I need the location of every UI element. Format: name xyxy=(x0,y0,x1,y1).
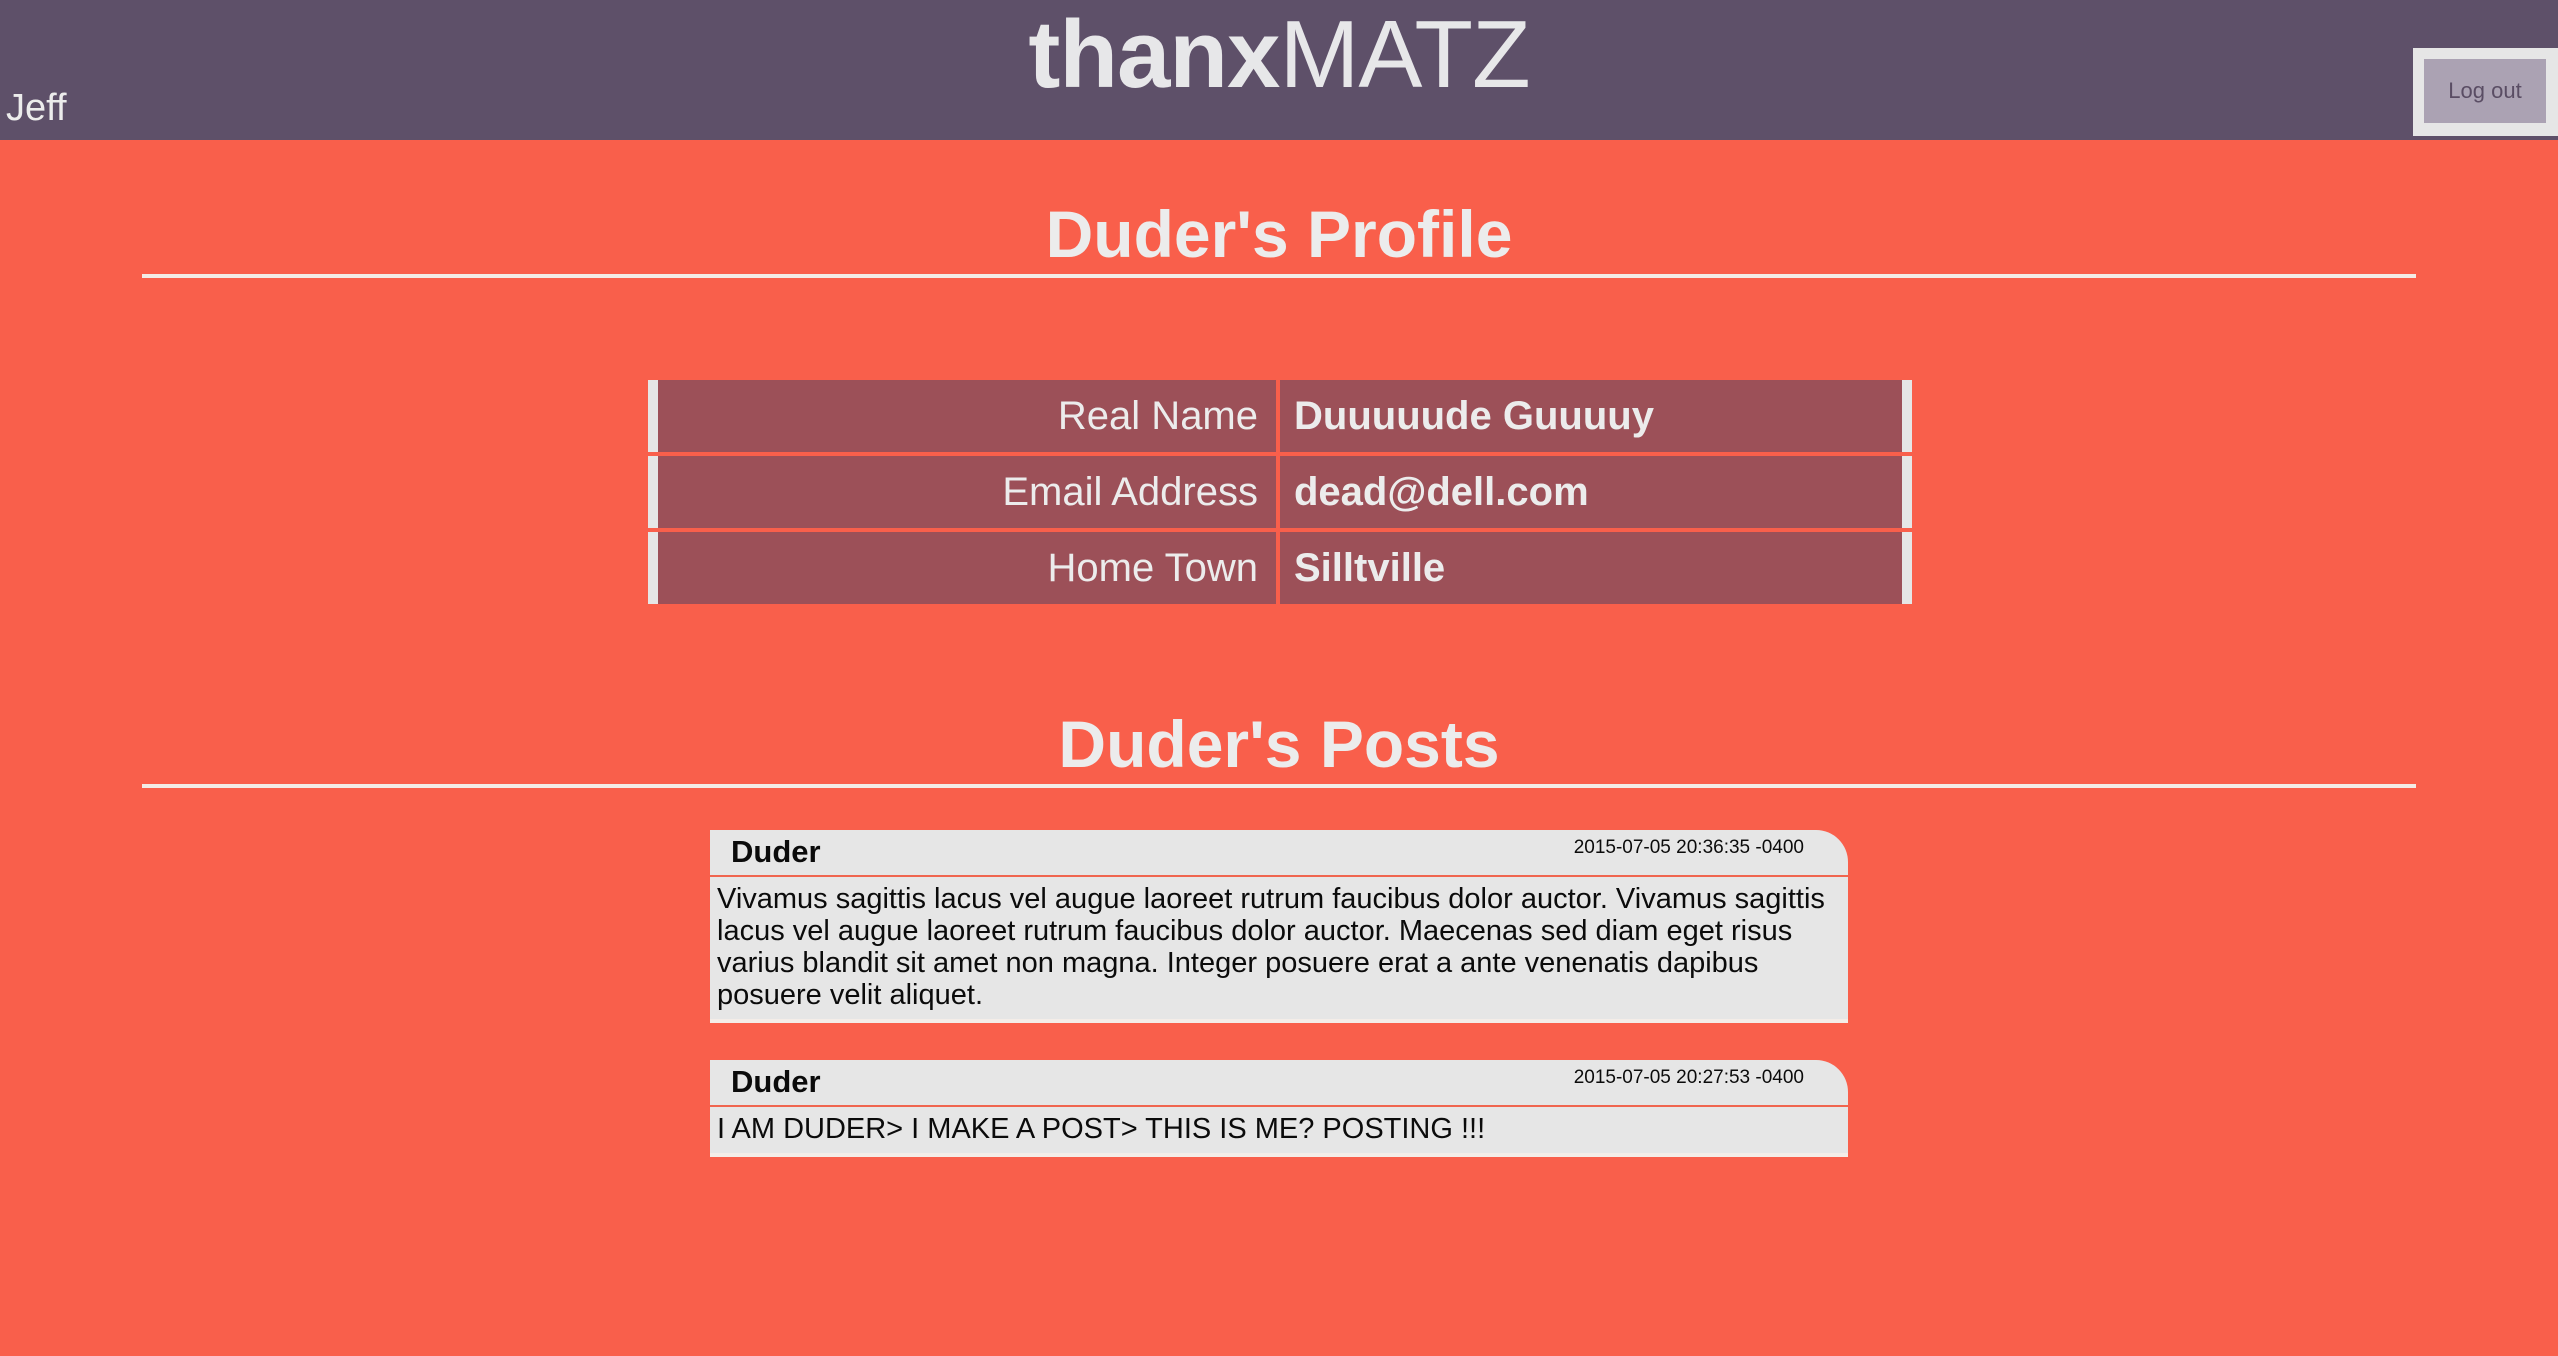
post-header: Duder 2015-07-05 20:27:53 -0400 xyxy=(710,1060,1848,1105)
post-timestamp: 2015-07-05 20:36:35 -0400 xyxy=(1573,837,1804,858)
top-header: thanxMATZ Jeff Log out xyxy=(0,0,2558,140)
profile-value: dead@dell.com xyxy=(1280,456,1902,528)
profile-title: Duder's Profile xyxy=(1045,197,1513,271)
logout-button-frame: Log out xyxy=(2413,48,2558,136)
profile-row-real-name: Real Name Duuuuude Guuuuy xyxy=(648,380,1912,452)
profile-value: Silltville xyxy=(1280,532,1902,604)
post-timestamp: 2015-07-05 20:27:53 -0400 xyxy=(1573,1067,1804,1088)
post-card: Duder 2015-07-05 20:36:35 -0400 Vivamus … xyxy=(710,830,1848,1023)
logout-button[interactable]: Log out xyxy=(2424,59,2546,123)
current-username: Jeff xyxy=(6,87,67,129)
profile-label: Real Name xyxy=(658,380,1276,452)
posts-title-rule xyxy=(142,784,2416,788)
profile-label: Home Town xyxy=(658,532,1276,604)
profile-table: Real Name Duuuuude Guuuuy Email Address … xyxy=(648,380,1912,608)
brand-light-text: MATZ xyxy=(1279,1,1530,108)
profile-row-home-town: Home Town Silltville xyxy=(648,532,1912,604)
site-logo[interactable]: thanxMATZ xyxy=(0,0,2558,110)
post-author-link[interactable]: Duder xyxy=(731,834,821,870)
profile-title-rule xyxy=(142,274,2416,278)
post-author-link[interactable]: Duder xyxy=(731,1064,821,1100)
post-body: Vivamus sagittis lacus vel augue laoreet… xyxy=(717,883,1825,1011)
post-card: Duder 2015-07-05 20:27:53 -0400 I AM DUD… xyxy=(710,1060,1848,1157)
profile-value: Duuuuude Guuuuy xyxy=(1280,380,1902,452)
post-body: I AM DUDER> I MAKE A POST> THIS IS ME? P… xyxy=(717,1113,1486,1145)
profile-row-email: Email Address dead@dell.com xyxy=(648,456,1912,528)
posts-title: Duder's Posts xyxy=(1058,707,1500,781)
post-bottom-rule xyxy=(710,1019,1848,1023)
brand-bold-text: thanx xyxy=(1028,1,1280,108)
profile-label: Email Address xyxy=(658,456,1276,528)
post-bottom-rule xyxy=(710,1153,1848,1157)
post-header: Duder 2015-07-05 20:36:35 -0400 xyxy=(710,830,1848,875)
